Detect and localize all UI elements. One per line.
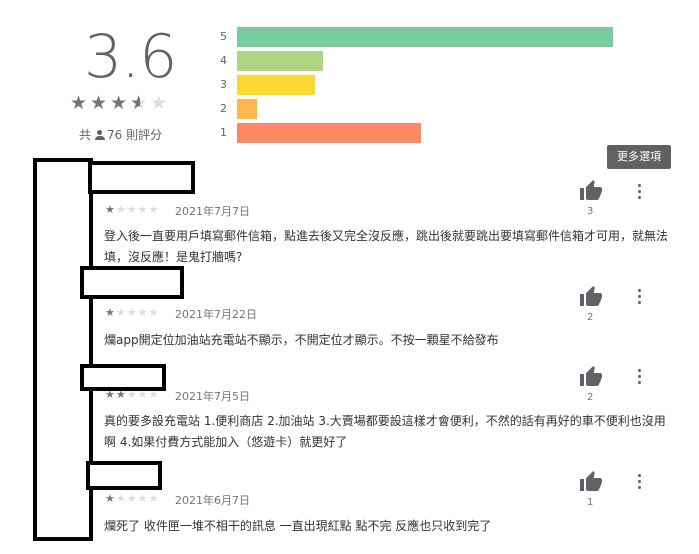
- empty-star-icon: ★: [115, 492, 127, 505]
- rating-bar-fill: [237, 99, 257, 119]
- rating-bar-label: 5: [220, 30, 227, 43]
- average-rating: 3.6: [84, 22, 177, 92]
- star-icon: ★: [90, 92, 111, 114]
- average-rating-stars: ★★★★ ★: [70, 92, 170, 114]
- star-icon: ★: [110, 92, 131, 114]
- star-icon: ★: [105, 492, 116, 505]
- more-options-tooltip: 更多選項: [607, 145, 671, 169]
- empty-star-icon: ★: [115, 306, 127, 319]
- more-vert-icon[interactable]: [636, 289, 642, 305]
- thumbs-up-icon[interactable]: [578, 285, 604, 309]
- review-stars: ★★★★★: [105, 203, 159, 216]
- empty-star-icon: ★: [137, 492, 149, 505]
- thumbs-up-icon[interactable]: [578, 365, 604, 389]
- thumbs-up-icon[interactable]: [578, 179, 604, 203]
- redacted-reviewer-name: [86, 461, 162, 490]
- rating-bar-fill: [237, 75, 315, 95]
- empty-star-icon: ★: [126, 203, 138, 216]
- empty-star-icon: ★: [148, 203, 160, 216]
- empty-star-icon: ★: [137, 306, 149, 319]
- rating-bar-fill: [237, 51, 323, 71]
- review-text: 爛死了 收件匣一堆不相干的訊息 一直出現紅點 點不完 反應也只收到完了: [104, 519, 492, 533]
- thumbs-up-icon[interactable]: [578, 470, 604, 494]
- total-count: 76 則評分: [107, 128, 163, 142]
- empty-star-icon: ★: [126, 492, 138, 505]
- rating-bar-label: 4: [220, 54, 227, 67]
- empty-star-icon: ★: [148, 306, 160, 319]
- redacted-reviewer-name: [80, 364, 166, 391]
- total-ratings: 共 76 則評分: [79, 126, 162, 143]
- helpful-count: 1: [587, 497, 594, 508]
- rating-bar-fill: [237, 27, 613, 47]
- review-date: 2021年7月22日: [175, 308, 257, 321]
- rating-bar-label: 2: [220, 102, 227, 115]
- review-date: 2021年7月5日: [175, 390, 250, 403]
- redacted-avatars: [33, 158, 93, 541]
- review-stars: ★★★★★: [105, 492, 159, 505]
- helpful-count: 3: [587, 206, 594, 217]
- empty-star-icon: ★: [115, 203, 127, 216]
- review-text: 爛app開定位加油站充電站不顯示，不開定位才顯示。不按一顆星不給發布: [104, 333, 499, 347]
- person-icon: [95, 130, 106, 140]
- star-icon: ★: [105, 203, 116, 216]
- review-text: 真的要多設充電站 1.便利商店 2.加油站 3.大賣場都要設這樣才會便利，不然的…: [104, 414, 666, 449]
- helpful-count: 2: [587, 392, 594, 403]
- total-prefix: 共: [79, 128, 92, 142]
- redacted-reviewer-name: [88, 161, 195, 194]
- review-text: 登入後一直要用戶填寫郵件信箱，點進去後又完全沒反應，跳出後就要跳出要填寫郵件信箱…: [104, 229, 669, 264]
- review-date: 2021年6月7日: [175, 494, 250, 507]
- star-icon: ★: [70, 92, 91, 114]
- more-vert-icon[interactable]: [636, 474, 642, 490]
- redacted-reviewer-name: [80, 266, 184, 299]
- helpful-count: 2: [587, 312, 594, 323]
- review-stars: ★★★★★: [105, 306, 159, 319]
- more-vert-icon[interactable]: [636, 369, 642, 385]
- rating-bar-label: 3: [220, 78, 227, 91]
- empty-star-icon: ★: [126, 306, 138, 319]
- more-vert-icon[interactable]: [636, 184, 642, 200]
- star-icon: ★: [105, 306, 116, 319]
- half-star-icon: ★: [130, 92, 150, 114]
- empty-star-icon: ★: [150, 92, 171, 114]
- empty-star-icon: ★: [137, 203, 149, 216]
- empty-star-icon: ★: [148, 492, 160, 505]
- rating-bar-label: 1: [220, 126, 227, 139]
- review-date: 2021年7月7日: [175, 205, 250, 218]
- rating-bar-fill: [237, 123, 421, 143]
